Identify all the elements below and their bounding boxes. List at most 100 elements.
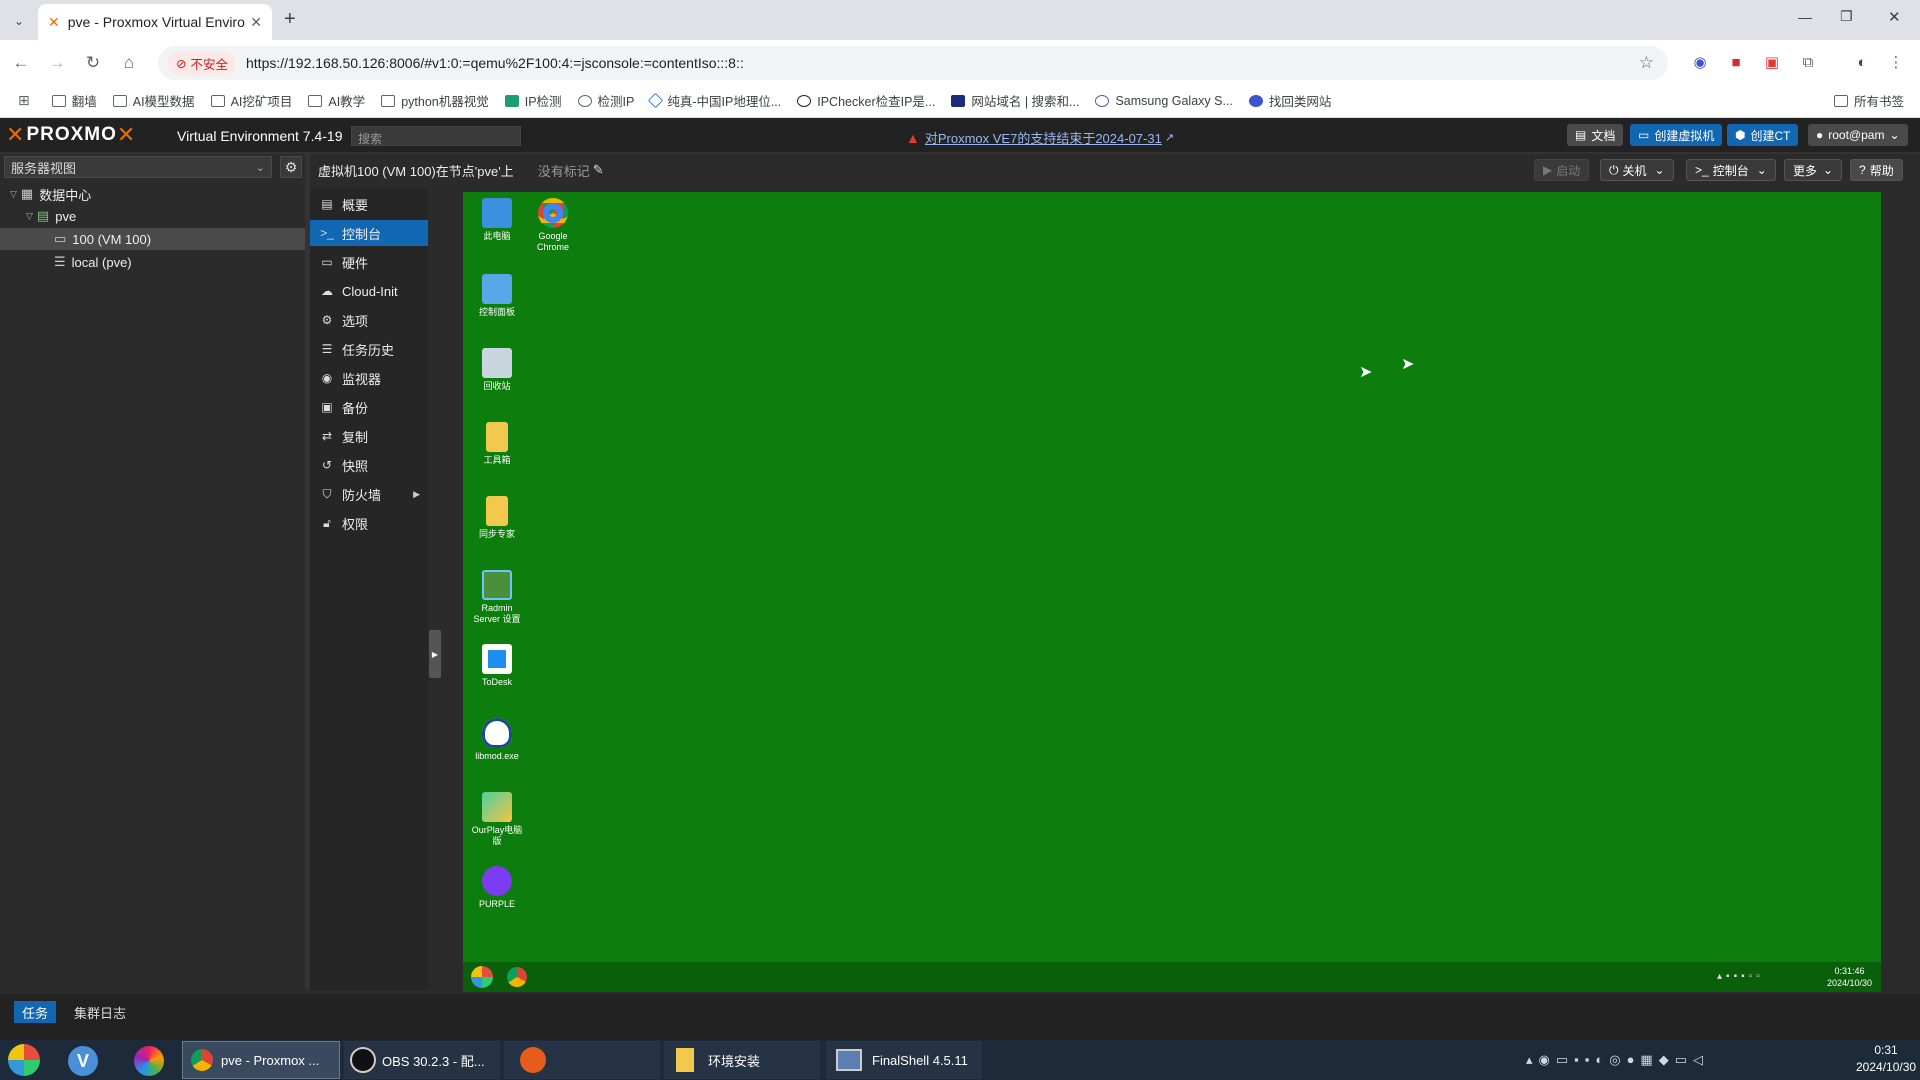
taskbar-item-folder[interactable]: 环境安装 <box>664 1041 820 1079</box>
more-button[interactable]: 更多 ⌄ <box>1784 159 1843 181</box>
docs-button[interactable]: ▤ 文档 <box>1567 124 1624 146</box>
create-ct-button[interactable]: ⬢ 创建CT <box>1727 124 1799 146</box>
tree-item-vm[interactable]: ▭ 100 (VM 100) <box>0 228 305 250</box>
address-bar[interactable]: ⊘ 不安全 https://192.168.50.126:8006/#v1:0:=… <box>158 46 1668 80</box>
bookmark-star-icon[interactable]: ☆ <box>1639 53 1654 73</box>
menu-item-options[interactable]: ⚙ 选项 <box>310 307 428 333</box>
desktop-icon-sync[interactable]: 同步专家 <box>469 496 525 540</box>
desktop-icon-todesk[interactable]: ToDesk <box>469 644 525 688</box>
menu-label: 防火墙 <box>342 487 382 503</box>
v-app-icon[interactable]: V <box>68 1046 98 1076</box>
bookmark-item[interactable]: IP检测 <box>504 91 562 110</box>
bookmark-item[interactable]: 找回类网站 <box>1248 91 1331 110</box>
menu-item-task-history[interactable]: ☰ 任务历史 <box>310 336 428 362</box>
all-bookmarks[interactable]: 所有书签 <box>1833 91 1904 110</box>
extension-icon-2[interactable]: ■ <box>1726 52 1746 72</box>
desktop-icon-control-panel[interactable]: 控制面板 <box>469 274 525 318</box>
desktop-icon-libmod[interactable]: libmod.exe <box>469 718 525 762</box>
extension-icon-1[interactable]: ◉ <box>1690 52 1710 72</box>
create-vm-label: 创建虚拟机 <box>1654 128 1715 143</box>
edit-pencil-icon[interactable]: ✎ <box>593 162 604 178</box>
taskbar-item-basketball[interactable] <box>504 1041 660 1079</box>
taskbar-item-obs[interactable]: OBS 30.2.3 - 配... <box>344 1041 500 1079</box>
profile-avatar-icon[interactable]: ◐ <box>1852 52 1872 72</box>
gear-icon[interactable]: ⚙ <box>280 156 302 178</box>
desktop-icon-ourplay[interactable]: OurPlay电脑版 <box>469 792 525 847</box>
color-app-icon[interactable] <box>134 1046 164 1076</box>
restore-icon[interactable]: ❐ <box>1840 8 1853 25</box>
search-input[interactable]: 搜索 <box>351 126 521 146</box>
console-button[interactable]: >_ 控制台 ⌄ <box>1686 159 1776 181</box>
tree-item-datacenter[interactable]: ▽ ▦ 数据中心 <box>0 183 305 205</box>
tags-label: 没有标记 <box>537 163 590 179</box>
insecure-badge[interactable]: ⊘ 不安全 <box>168 51 236 75</box>
tab-tasks[interactable]: 任务 <box>14 1001 57 1023</box>
retweet-icon: ⇄ <box>321 429 333 443</box>
vm-start-button-icon[interactable] <box>471 966 493 988</box>
desktop-icon-chrome[interactable]: Google Chrome <box>525 198 581 253</box>
extensions-puzzle-icon[interactable]: ⧉ <box>1798 52 1818 72</box>
menu-item-hardware[interactable]: ▭ 硬件 <box>310 249 428 275</box>
minimize-icon[interactable]: — <box>1798 9 1812 25</box>
extension-icon-3[interactable]: ▣ <box>1762 52 1782 72</box>
terminal-icon: >_ <box>320 226 334 240</box>
vm-tray-icons[interactable]: ▴▪▪▪▫▫ <box>1717 971 1764 982</box>
bookmark-item[interactable]: AI教学 <box>308 91 365 110</box>
menu-item-summary[interactable]: ▤ 概要 <box>310 191 428 217</box>
menu-item-permissions[interactable]: 🔓︎ 权限 <box>310 510 428 536</box>
bookmark-item[interactable]: 网站域名 | 搜索和... <box>951 91 1079 110</box>
menu-item-monitor[interactable]: ◉ 监视器 <box>310 365 428 391</box>
vm-console-screen[interactable]: 此电脑 Google Chrome 控制面板 回收站 工具箱 同步专家 Radm… <box>463 192 1881 992</box>
folder-icon <box>676 1048 694 1072</box>
browser-tab-active[interactable]: ✕ pve - Proxmox Virtual Enviro ✕ <box>38 4 272 40</box>
desktop-icon-radmin[interactable]: Radmin Server 设置 <box>469 570 525 625</box>
tree-item-storage[interactable]: ☰ local (pve) <box>0 251 305 273</box>
bookmark-item[interactable]: 检测IP <box>577 91 634 110</box>
bookmark-item[interactable]: 翻墙 <box>51 91 97 110</box>
browser-menu-icon[interactable]: ⋮ <box>1886 52 1906 72</box>
support-notice-link[interactable]: 对Proxmox VE7的支持结束于2024-07-31 <box>925 128 1162 147</box>
bookmark-item[interactable]: IPChecker检查IP是... <box>797 91 935 110</box>
system-tray-icons[interactable]: ▴◉▭▪▪◐◎●▦◆▭◁ <box>1526 1052 1709 1068</box>
bookmark-item[interactable]: Samsung Galaxy S... <box>1095 94 1233 108</box>
start-button[interactable]: ▶ 启动 <box>1534 159 1590 181</box>
tree-item-node[interactable]: ▽ ▤ pve <box>0 205 305 227</box>
vm-clock[interactable]: 0:31:46 2024/10/30 <box>1827 965 1872 989</box>
support-notice[interactable]: ▲ 对Proxmox VE7的支持结束于2024-07-31 ↗ <box>906 128 1174 147</box>
menu-item-replication[interactable]: ⇄ 复制 <box>310 423 428 449</box>
close-window-icon[interactable]: ✕ <box>1888 8 1901 26</box>
tab-cluster-log[interactable]: 集群日志 <box>66 1001 134 1023</box>
menu-item-firewall[interactable]: ⛉ 防火墙 ▶ <box>310 481 428 507</box>
desktop-icon-toolbox[interactable]: 工具箱 <box>469 422 525 466</box>
collapse-menu-handle[interactable]: ▶ <box>429 630 441 678</box>
view-selector[interactable]: 服务器视图 ⌄ <box>4 156 272 178</box>
bookmark-item[interactable]: AI模型数据 <box>112 91 195 110</box>
reload-icon[interactable]: ↻ <box>80 50 106 76</box>
desktop-icon-purple[interactable]: PURPLE <box>469 866 525 910</box>
shutdown-button[interactable]: ⏻ 关机 ⌄ <box>1600 159 1674 181</box>
bookmark-item[interactable]: 纯真-中国IP地理位... <box>648 91 781 110</box>
desktop-icon-this-pc[interactable]: 此电脑 <box>469 198 525 242</box>
user-menu-button[interactable]: ● root@pam ⌄ <box>1808 124 1908 146</box>
menu-item-console[interactable]: >_ 控制台 <box>310 220 428 246</box>
desktop-icon-recycle-bin[interactable]: 回收站 <box>469 348 525 392</box>
back-icon[interactable]: ← <box>8 50 34 76</box>
start-button-icon[interactable] <box>8 1044 40 1076</box>
menu-item-snapshots[interactable]: ↺ 快照 <box>310 452 428 478</box>
taskbar-item-chrome[interactable]: pve - Proxmox ... <box>182 1041 340 1079</box>
menu-item-cloudinit[interactable]: ☁ Cloud-Init <box>310 278 428 304</box>
menu-item-backup[interactable]: ▣ 备份 <box>310 394 428 420</box>
forward-icon[interactable]: → <box>44 50 70 76</box>
vm-chrome-taskbar-icon[interactable] <box>507 967 527 987</box>
taskbar-item-finalshell[interactable]: FinalShell 4.5.11 <box>826 1041 982 1079</box>
tab-search-icon[interactable]: ⌄ <box>8 10 30 32</box>
home-icon[interactable]: ⌂ <box>116 50 142 76</box>
close-tab-icon[interactable]: ✕ <box>250 14 262 31</box>
new-tab-icon[interactable]: + <box>284 8 296 31</box>
taskbar-clock[interactable]: 0:31 2024/10/30 <box>1856 1042 1916 1076</box>
bookmark-item[interactable]: python机器视觉 <box>381 91 489 110</box>
create-vm-button[interactable]: ▭ 创建虚拟机 <box>1630 124 1723 146</box>
bookmark-item[interactable]: AI挖矿项目 <box>210 91 292 110</box>
apps-grid-icon[interactable]: ⊞ <box>18 92 30 109</box>
help-button[interactable]: ? 帮助 <box>1850 159 1903 181</box>
